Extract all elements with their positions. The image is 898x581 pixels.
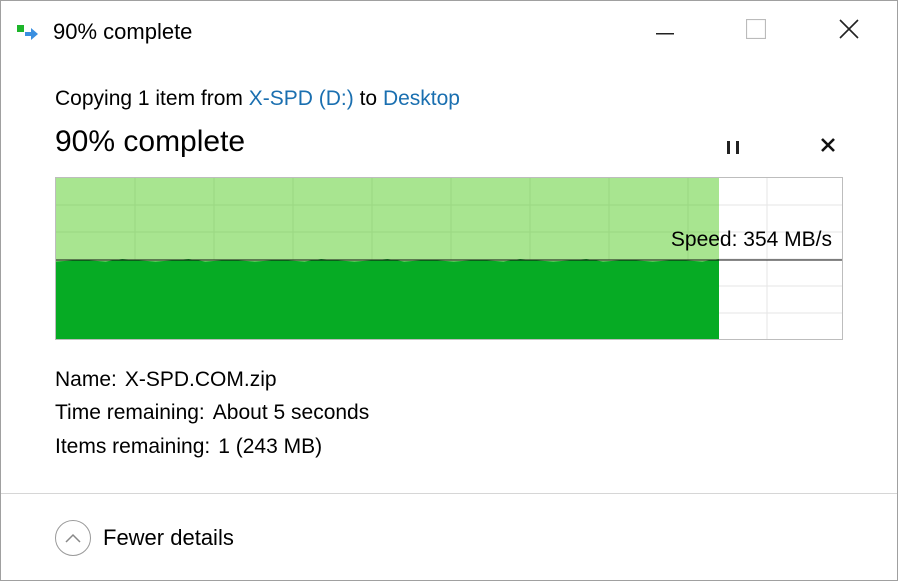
- speed-chart: Speed: 354 MB/s: [55, 177, 843, 340]
- fewer-details-button[interactable]: Fewer details: [55, 518, 234, 558]
- close-icon: [839, 18, 859, 44]
- minimize-button[interactable]: [637, 11, 693, 51]
- cancel-icon: [820, 137, 836, 158]
- speed-label: Speed: 354 MB/s: [670, 228, 832, 251]
- speed-history-area: [56, 259, 719, 339]
- fewer-details-label: Fewer details: [103, 525, 234, 550]
- copy-progress-dialog: 90% complete Copying 1 item from X-SPD (…: [0, 0, 898, 581]
- detail-time-remaining: Time remaining: About 5 seconds: [55, 401, 369, 425]
- pause-button[interactable]: [713, 130, 753, 164]
- source-link[interactable]: X-SPD (D:): [249, 87, 354, 110]
- time-remaining-label: Time remaining:: [55, 401, 205, 424]
- minimize-icon: [656, 22, 674, 40]
- name-value: X-SPD.COM.zip: [124, 368, 277, 391]
- copy-description: Copying 1 item from X-SPD (D:) to Deskto…: [55, 87, 460, 111]
- speed-graph: [56, 178, 842, 339]
- window-title: 90% complete: [53, 19, 193, 44]
- items-remaining-value: 1 (243 MB): [218, 435, 323, 458]
- copy-middle: to: [353, 87, 383, 110]
- destination-link[interactable]: Desktop: [383, 87, 460, 110]
- pause-icon: [724, 140, 742, 154]
- cancel-button[interactable]: [809, 130, 847, 164]
- items-remaining-label: Items remaining:: [55, 435, 211, 458]
- copy-arrow-icon: [17, 23, 39, 43]
- name-label: Name:: [55, 368, 117, 391]
- close-window-button[interactable]: [821, 11, 877, 51]
- time-remaining-value: About 5 seconds: [212, 401, 370, 424]
- maximize-icon: [745, 18, 767, 44]
- copy-prefix: Copying 1 item from: [55, 87, 249, 110]
- chevron-up-icon: [55, 520, 91, 556]
- detail-items-remaining: Items remaining: 1 (243 MB): [55, 435, 322, 459]
- footer-divider: [1, 493, 897, 494]
- maximize-button[interactable]: [728, 11, 784, 51]
- detail-name: Name: X-SPD.COM.zip: [55, 368, 277, 392]
- progress-status: 90% complete: [55, 125, 246, 158]
- title-bar[interactable]: 90% complete: [1, 1, 897, 61]
